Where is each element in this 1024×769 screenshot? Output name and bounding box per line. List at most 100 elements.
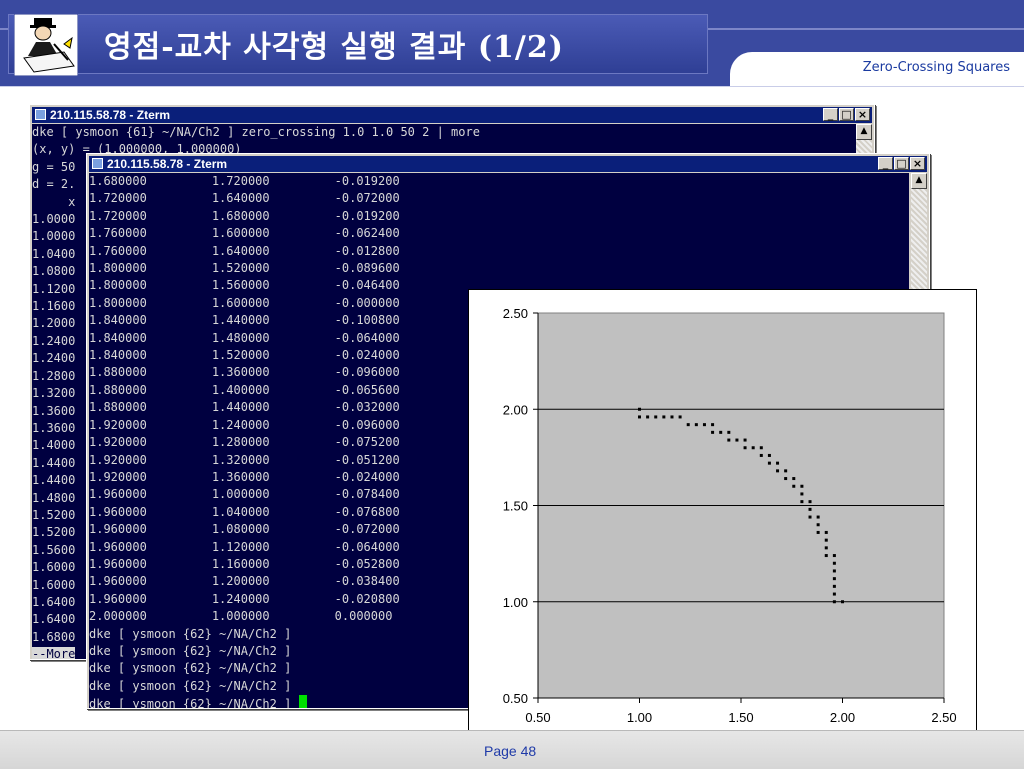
data-point: [808, 500, 812, 504]
data-point: [832, 592, 836, 596]
maximize-button[interactable]: □: [894, 157, 909, 170]
chart-plot: 0.50 1.00 1.50 2.00 2.50 0.50 1.00 1.50 2.00 2.50: [503, 306, 957, 725]
data-point: [759, 446, 763, 450]
header-divider: [0, 86, 1024, 87]
x-value: 1.960000: [89, 487, 212, 502]
data-point: [841, 600, 844, 604]
f-value: 0.000000: [334, 609, 393, 624]
x-value: 1.880000: [89, 382, 212, 397]
f-value: -0.078400: [334, 487, 400, 502]
x-value: 1.920000: [89, 435, 212, 450]
data-point: [743, 446, 747, 450]
data-point: [654, 415, 658, 419]
y-value: 1.280000: [211, 435, 335, 450]
x-value: 1.800000: [89, 295, 212, 310]
y-value: 1.040000: [211, 504, 335, 519]
x-tick-label: 2.50: [931, 710, 956, 725]
y-value: 1.120000: [211, 539, 335, 554]
data-point: [776, 461, 780, 465]
y-tick-label: 2.50: [503, 306, 528, 321]
y-value: 1.720000: [211, 174, 335, 188]
x-tick-label: 1.00: [627, 710, 652, 725]
minimize-button[interactable]: _: [823, 108, 838, 121]
data-point: [832, 569, 836, 573]
section-tab: Zero-Crossing Squares: [730, 52, 1024, 86]
y-value: 1.600000: [211, 226, 335, 241]
x-value: 1.920000: [89, 452, 212, 467]
scroll-up-arrow-icon[interactable]: ▲: [856, 124, 872, 140]
close-button[interactable]: ×: [910, 157, 925, 170]
y-tick-label: 2.00: [503, 402, 528, 417]
data-point: [824, 554, 828, 558]
data-point: [832, 561, 836, 565]
data-point: [759, 453, 763, 457]
data-point: [678, 415, 682, 419]
f-value: -0.075200: [334, 435, 400, 450]
output-row: 1.720000 1.680000 -0.019200: [89, 208, 909, 225]
data-point: [719, 430, 723, 434]
x-value: 1.960000: [89, 574, 212, 589]
y-value: 1.440000: [211, 313, 335, 328]
f-value: -0.096000: [334, 365, 400, 380]
data-point: [792, 484, 796, 488]
f-value: -0.100800: [334, 313, 400, 328]
f-value: -0.038400: [334, 574, 400, 589]
data-point: [800, 492, 804, 496]
x-value: 1.880000: [89, 365, 212, 380]
data-point: [662, 415, 666, 419]
data-point: [743, 438, 747, 442]
f-value: -0.019200: [334, 208, 400, 223]
y-value: 1.080000: [211, 522, 335, 537]
output-row: 1.760000 1.600000 -0.062400: [89, 225, 909, 242]
data-point: [638, 415, 641, 419]
x-value: 1.720000: [89, 208, 212, 223]
data-point: [694, 423, 698, 427]
y-value: 1.320000: [211, 452, 335, 467]
x-value: 1.680000: [89, 174, 212, 188]
terminal-app-icon[interactable]: [92, 158, 103, 169]
data-point: [832, 584, 836, 588]
data-point: [751, 446, 755, 450]
data-point: [727, 430, 731, 434]
f-value: -0.012800: [334, 243, 400, 258]
x-value: 1.840000: [89, 313, 212, 328]
f-value: -0.024000: [334, 469, 400, 484]
data-point: [727, 438, 731, 442]
terminal-app-icon[interactable]: [35, 109, 46, 120]
x-value: 2.000000: [89, 609, 212, 624]
data-point: [832, 600, 836, 604]
y-value: 1.600000: [211, 295, 335, 310]
x-value: 1.960000: [89, 522, 212, 537]
f-value: -0.019200: [334, 174, 400, 188]
y-value: 1.520000: [211, 261, 335, 276]
f-value: -0.072000: [334, 191, 400, 206]
data-point: [808, 507, 812, 511]
minimize-button[interactable]: _: [878, 157, 893, 170]
data-point: [767, 461, 771, 465]
y-value: 1.200000: [211, 574, 335, 589]
y-tick-label: 0.50: [503, 691, 528, 706]
f-value: -0.089600: [334, 261, 400, 276]
f-value: -0.076800: [334, 504, 400, 519]
window-titlebar[interactable]: 210.115.58.78 - Zterm _ □ ×: [89, 156, 927, 172]
data-point: [784, 469, 788, 473]
window-titlebar[interactable]: 210.115.58.78 - Zterm _ □ ×: [32, 107, 872, 123]
f-value: -0.064000: [334, 330, 400, 345]
data-point: [646, 415, 650, 419]
y-value: 1.360000: [211, 469, 335, 484]
data-point: [686, 423, 690, 427]
y-value: 1.480000: [211, 330, 335, 345]
data-point: [638, 407, 641, 411]
x-value: 1.920000: [89, 417, 212, 432]
data-point: [816, 523, 820, 527]
x-value: 1.760000: [89, 243, 212, 258]
data-point: [832, 554, 836, 558]
x-tick-label: 1.50: [728, 710, 753, 725]
scroll-up-arrow-icon[interactable]: ▲: [911, 173, 927, 189]
page-title: 영점-교차 사각형 실행 결과 (1/2): [104, 30, 564, 65]
x-value: 1.960000: [89, 591, 212, 606]
close-button[interactable]: ×: [855, 108, 870, 121]
maximize-button[interactable]: □: [839, 108, 854, 121]
data-point: [832, 577, 836, 581]
y-value: 1.240000: [211, 417, 335, 432]
